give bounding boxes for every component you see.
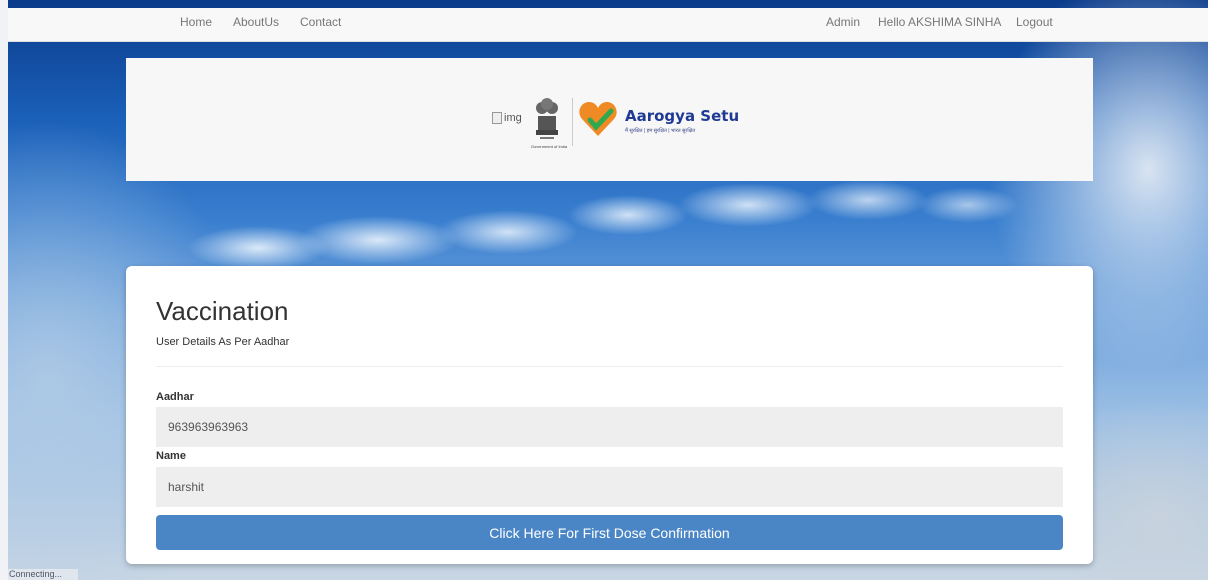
- name-label: Name: [156, 450, 186, 462]
- nav-home-link[interactable]: Home: [180, 15, 212, 29]
- aadhar-field[interactable]: 963963963963: [156, 407, 1063, 447]
- top-navbar: Home AboutUs Contact Admin Hello AKSHIMA…: [8, 8, 1208, 42]
- brand-tagline: मैं सुरक्षित | हम सुरक्षित | भारत सुरक्ष…: [625, 128, 696, 134]
- first-dose-confirmation-button[interactable]: Click Here For First Dose Confirmation: [156, 515, 1063, 550]
- page-subtitle: User Details As Per Aadhar: [156, 336, 290, 348]
- browser-status-bar: Connecting...: [8, 569, 78, 580]
- nav-user-greeting[interactable]: Hello AKSHIMA SINHA: [878, 15, 1001, 29]
- broken-image: img: [492, 112, 522, 124]
- header-banner: img Government of India Aarogya Setu मैं…: [126, 58, 1093, 181]
- aadhar-label: Aadhar: [156, 391, 194, 403]
- state-emblem-icon: [536, 98, 558, 139]
- emblem-caption: Government of India: [530, 144, 568, 149]
- nav-aboutus-link[interactable]: AboutUs: [233, 15, 279, 29]
- page-title: Vaccination: [156, 296, 289, 326]
- aarogya-setu-heart-icon: [579, 102, 617, 136]
- broken-image-alt: img: [504, 112, 522, 124]
- vaccination-card: Vaccination User Details As Per Aadhar A…: [126, 266, 1093, 564]
- nav-logout-link[interactable]: Logout: [1016, 15, 1053, 29]
- nav-admin-link[interactable]: Admin: [826, 15, 860, 29]
- brand-name: Aarogya Setu: [625, 107, 740, 125]
- banner-divider: [572, 98, 573, 146]
- name-field[interactable]: harshit: [156, 467, 1063, 507]
- section-divider: [156, 366, 1063, 367]
- nav-contact-link[interactable]: Contact: [300, 15, 341, 29]
- broken-image-icon: [492, 112, 502, 124]
